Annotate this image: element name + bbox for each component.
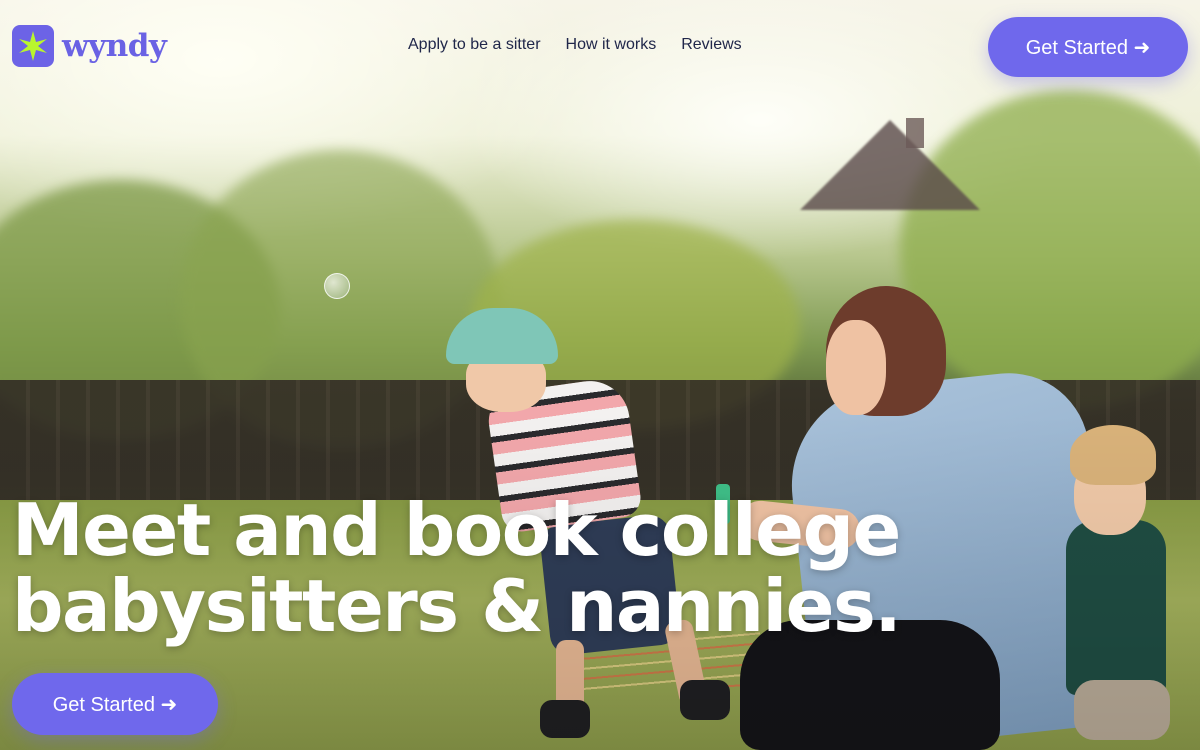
hero-get-started-button[interactable]: Get Started ➜ — [12, 673, 218, 735]
hero-headline-line2: babysitters & nannies. — [12, 564, 902, 648]
site-header: wyndy Apply to be a sitter How it works … — [0, 0, 1200, 95]
brand-name: wyndy — [62, 28, 167, 64]
nav-reviews-link[interactable]: Reviews — [681, 36, 741, 54]
sparkle-star-icon — [12, 25, 54, 67]
header-get-started-button[interactable]: Get Started ➜ — [988, 17, 1188, 77]
nav-apply-sitter-link[interactable]: Apply to be a sitter — [408, 36, 541, 54]
brand-logo[interactable]: wyndy — [12, 25, 167, 67]
nav-how-it-works-link[interactable]: How it works — [566, 36, 657, 54]
main-nav: Apply to be a sitter How it works Review… — [408, 36, 742, 54]
hero-headline: Meet and book college babysitters & nann… — [12, 492, 912, 644]
hero-headline-line1: Meet and book college — [12, 488, 901, 572]
